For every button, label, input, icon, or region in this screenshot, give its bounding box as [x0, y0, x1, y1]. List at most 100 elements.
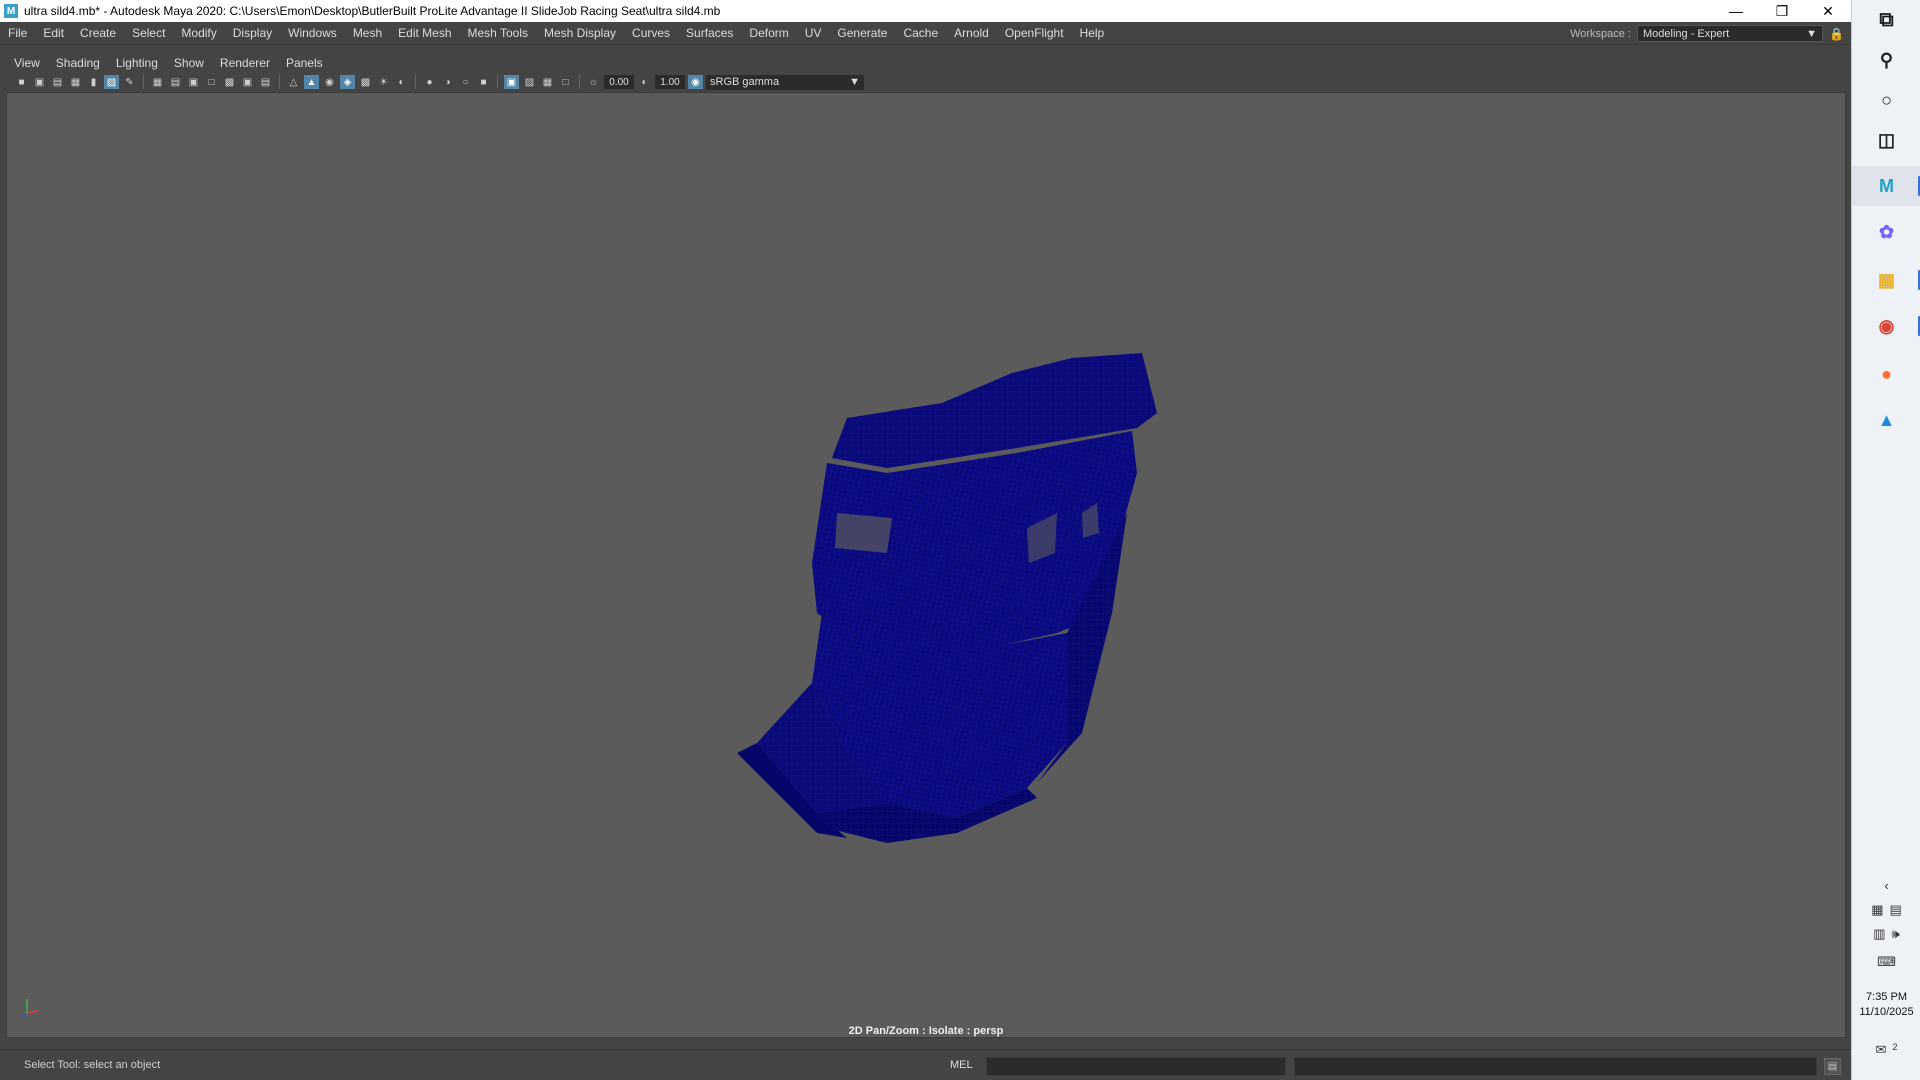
menu-windows[interactable]: Windows [280, 22, 345, 45]
restore-button[interactable]: ❐ [1759, 0, 1805, 22]
gamma-icon[interactable]: ◐ [637, 75, 652, 89]
film-gate-icon[interactable]: ▤ [168, 75, 183, 89]
panel-menu-view[interactable]: View [6, 56, 48, 70]
mel-language-toggle[interactable]: MEL [950, 1059, 973, 1071]
toolbar-divider [279, 75, 280, 89]
workspace-dropdown[interactable]: Modeling - Expert ▼ [1637, 25, 1823, 42]
anti-aliasing-icon[interactable]: ○ [458, 75, 473, 89]
depth-of-field-icon[interactable]: ■ [476, 75, 491, 89]
perspective-viewport[interactable]: 2D Pan/Zoom : Isolate : persp [6, 92, 1846, 1038]
menu-surfaces[interactable]: Surfaces [678, 22, 741, 45]
default-material-icon[interactable]: ◉ [322, 75, 337, 89]
2d-pan-zoom-icon[interactable]: ▧ [104, 75, 119, 89]
wireframe-on-shaded-icon[interactable]: ◈ [340, 75, 355, 89]
viewport-toolbar: ■ ▣ ▤ ▦ ▮ ▧ ✎ ▦ ▤ ▣ □ ▩ ▣ ▤ △ ▲ ◉ ◈ ▩ ☀ … [6, 73, 1846, 91]
start-button[interactable]: ⧉ [1852, 0, 1920, 40]
display-icon[interactable]: ▤ [1890, 902, 1902, 918]
panel-menu-renderer[interactable]: Renderer [212, 56, 278, 70]
safe-action-icon[interactable]: ▣ [240, 75, 255, 89]
menu-mesh-display[interactable]: Mesh Display [536, 22, 624, 45]
help-line: Select Tool: select an object [24, 1059, 161, 1071]
minimize-button[interactable]: — [1713, 0, 1759, 22]
menu-help[interactable]: Help [1072, 22, 1113, 45]
search-button[interactable]: ⚲ [1852, 40, 1920, 80]
workspace-selector: Workspace : Modeling - Expert ▼ 🔒 [1570, 22, 1844, 45]
menu-arnold[interactable]: Arnold [946, 22, 997, 45]
panel-menu-shading[interactable]: Shading [48, 56, 108, 70]
menu-display[interactable]: Display [225, 22, 280, 45]
shadows-icon[interactable]: ◐ [394, 75, 409, 89]
volume-icon[interactable]: 🕪 [1892, 926, 1900, 942]
taskbar-maya[interactable]: M [1852, 166, 1920, 206]
menu-create[interactable]: Create [72, 22, 124, 45]
wireframe-icon[interactable]: △ [286, 75, 301, 89]
keyboard-icon[interactable]: ⌨ [1877, 954, 1896, 970]
gate-mask-icon[interactable]: □ [204, 75, 219, 89]
camera-attributes-icon[interactable]: ▣ [32, 75, 47, 89]
textured-icon[interactable]: ▩ [358, 75, 373, 89]
gamma-field[interactable]: 1.00 [655, 75, 685, 89]
xray-joints-icon[interactable]: □ [558, 75, 573, 89]
field-chart-icon[interactable]: ▩ [222, 75, 237, 89]
close-button[interactable]: ✕ [1805, 0, 1851, 22]
grease-pencil-icon[interactable]: ✎ [122, 75, 137, 89]
camera-icon[interactable]: ■ [14, 75, 29, 89]
menu-mesh[interactable]: Mesh [345, 22, 390, 45]
screen-space-ao-icon[interactable]: ● [422, 75, 437, 89]
task-view-button[interactable]: ◫ [1852, 120, 1920, 160]
menu-curves[interactable]: Curves [624, 22, 678, 45]
show-hidden-icons[interactable]: ‹ [1852, 878, 1920, 893]
bookmark-camera-icon[interactable]: ▤ [50, 75, 65, 89]
script-editor-icon[interactable]: ▤ [1824, 1058, 1841, 1075]
isolate-select-icon[interactable]: ▣ [504, 75, 519, 89]
menu-deform[interactable]: Deform [741, 22, 796, 45]
action-center-button[interactable]: ✉ 2 [1852, 1042, 1920, 1058]
color-management-icon[interactable]: ◉ [688, 75, 703, 89]
taskbar-photos[interactable]: ▲ [1852, 400, 1920, 440]
menu-file[interactable]: File [0, 22, 35, 45]
maya-icon: M [1879, 175, 1894, 196]
tray-app-icon[interactable]: ▦ [1871, 902, 1883, 918]
menu-cache[interactable]: Cache [895, 22, 946, 45]
network-icon[interactable]: ▥ [1873, 926, 1885, 942]
image-plane-icon[interactable]: ▦ [68, 75, 83, 89]
taskbar-file-explorer[interactable]: ▦ [1852, 260, 1920, 300]
bookmark-icon[interactable]: ▮ [86, 75, 101, 89]
taskbar-firefox[interactable]: ● [1852, 354, 1920, 394]
menu-uv[interactable]: UV [797, 22, 830, 45]
menu-generate[interactable]: Generate [829, 22, 895, 45]
taskbar-chrome[interactable]: ◉ [1852, 306, 1920, 346]
clock-date: 11/10/2025 [1859, 1006, 1914, 1018]
cortana-button[interactable]: ○ [1852, 80, 1920, 120]
grid-icon[interactable]: ▦ [150, 75, 165, 89]
safe-title-icon[interactable]: ▤ [258, 75, 273, 89]
view-transform-dropdown[interactable]: sRGB gamma ▼ [706, 74, 864, 90]
window-title: ultra sild4.mb* - Autodesk Maya 2020: C:… [24, 4, 721, 18]
resolution-gate-icon[interactable]: ▣ [186, 75, 201, 89]
smooth-shade-icon[interactable]: ▲ [304, 75, 319, 89]
lock-icon[interactable]: 🔒 [1829, 27, 1844, 41]
xray-active-components-icon[interactable]: ▦ [540, 75, 555, 89]
racing-seat-mesh[interactable] [737, 313, 1177, 853]
windows-taskbar: ⧉ ⚲ ○ ◫ M ✿ ▦ ◉ ● ▲ ‹ ▦ ▤ ▥ 🕪 ⌨ 7:35 PM … [1851, 0, 1920, 1080]
panel-menu-show[interactable]: Show [166, 56, 212, 70]
menu-modify[interactable]: Modify [173, 22, 224, 45]
taskbar-copilot[interactable]: ✿ [1852, 212, 1920, 252]
photos-icon: ▲ [1877, 409, 1896, 430]
motion-blur-icon[interactable]: ◑ [440, 75, 455, 89]
panel-menu-lighting[interactable]: Lighting [108, 56, 166, 70]
panel-menu-panels[interactable]: Panels [278, 56, 331, 70]
xray-icon[interactable]: ▧ [522, 75, 537, 89]
menu-select[interactable]: Select [124, 22, 173, 45]
menu-mesh-tools[interactable]: Mesh Tools [460, 22, 536, 45]
menu-edit[interactable]: Edit [35, 22, 72, 45]
menu-edit-mesh[interactable]: Edit Mesh [390, 22, 459, 45]
use-lights-icon[interactable]: ☀ [376, 75, 391, 89]
taskbar-clock[interactable]: 7:35 PM 11/10/2025 [1852, 990, 1920, 1020]
exposure-field[interactable]: 0.00 [604, 75, 634, 89]
menu-openflight[interactable]: OpenFlight [997, 22, 1072, 45]
mel-command-input[interactable] [986, 1057, 1286, 1076]
cortana-circle-icon: ○ [1881, 89, 1892, 110]
toolbar-divider [497, 75, 498, 89]
exposure-icon[interactable]: ☼ [586, 75, 601, 89]
